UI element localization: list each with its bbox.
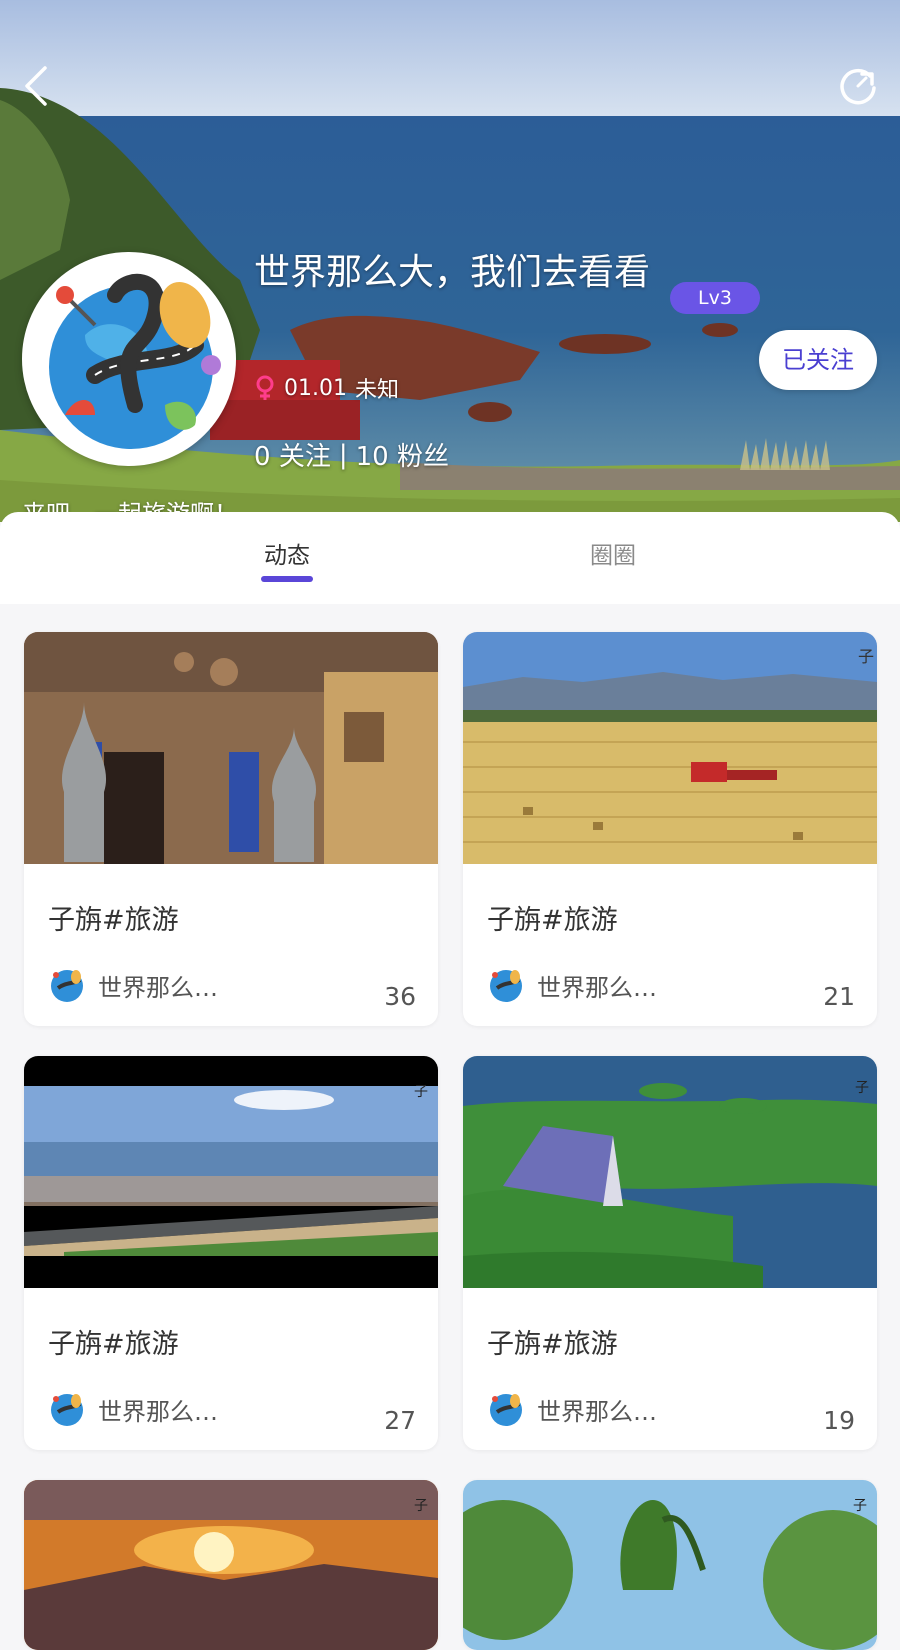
svg-text:子: 子 (414, 1498, 428, 1514)
post-card[interactable]: 子 子旃#旅游 世界那么… 19 (463, 1056, 877, 1450)
post-card[interactable]: 子 (463, 1480, 877, 1650)
post-title: 子旃#旅游 (487, 1329, 618, 1360)
post-thumbnail: 子 (463, 632, 877, 864)
chevron-left-icon (25, 66, 47, 106)
followers-count: 10 (355, 442, 389, 472)
globe-avatar-image (51, 1394, 83, 1426)
author-avatar (48, 1390, 86, 1428)
post-count: 19 (823, 1406, 855, 1435)
level-badge: Lv3 (670, 282, 760, 314)
followers-label: 粉丝 (396, 442, 449, 472)
post-grid: 子旃#旅游 世界那么… 36 子 子旃#旅游 世界那么… 21 子 子旃#旅游 … (0, 614, 900, 1650)
tab-dynamics[interactable]: 动态 (227, 536, 347, 570)
author-name: 世界那么… (537, 1397, 657, 1426)
following-label: 关注 (278, 442, 331, 472)
post-count: 36 (384, 982, 416, 1011)
female-icon (256, 375, 274, 400)
author-name: 世界那么… (98, 973, 218, 1002)
post-author[interactable]: 世界那么… (487, 1390, 657, 1428)
active-tab-indicator (261, 576, 313, 582)
profile-cover: 世界那么大，我们去看看 Lv3 已关注 01.01 未知 0 关注 | 10 粉… (0, 0, 900, 522)
post-thumbnail: 子 (24, 1480, 438, 1650)
following-stat[interactable]: 0 关注 (254, 436, 331, 473)
post-thumbnail (24, 632, 438, 864)
author-avatar (48, 966, 86, 1004)
sunset-photo: 子 (24, 1480, 438, 1650)
author-avatar (487, 1390, 525, 1428)
author-name: 世界那么… (537, 973, 657, 1002)
svg-text:子: 子 (853, 1498, 867, 1514)
svg-text:子: 子 (855, 1080, 869, 1096)
tab-circles[interactable]: 圈圈 (553, 536, 673, 570)
post-title: 子旃#旅游 (48, 905, 179, 936)
post-count: 27 (384, 1406, 416, 1435)
author-name: 世界那么… (98, 1397, 218, 1426)
wetland-cabin-photo: 子 (463, 1056, 877, 1288)
post-title: 子旃#旅游 (48, 1329, 179, 1360)
author-avatar (487, 966, 525, 1004)
post-card[interactable]: 子 子旃#旅游 世界那么… 27 (24, 1056, 438, 1450)
post-author[interactable]: 世界那么… (48, 1390, 218, 1428)
location-text: 未知 (354, 378, 399, 403)
globe-avatar-image (51, 970, 83, 1002)
post-thumbnail: 子 (463, 1056, 877, 1288)
svg-text:子: 子 (858, 647, 874, 666)
post-thumbnail: 子 (24, 1056, 438, 1288)
svg-text:子: 子 (414, 1084, 428, 1100)
stats-separator: | (338, 439, 348, 470)
refresh-button[interactable] (836, 64, 880, 108)
post-author[interactable]: 世界那么… (487, 966, 657, 1004)
globe-avatar-image (25, 255, 233, 463)
lake-road-photo: 子 (24, 1056, 438, 1288)
post-thumbnail: 子 (463, 1480, 877, 1650)
post-author[interactable]: 世界那么… (48, 966, 218, 1004)
post-card[interactable]: 子旃#旅游 世界那么… 36 (24, 632, 438, 1026)
follow-button[interactable]: 已关注 (759, 330, 877, 390)
refresh-icon (840, 68, 876, 105)
post-count: 21 (823, 982, 855, 1011)
followers-stat[interactable]: 10 粉丝 (356, 436, 449, 473)
profile-info-row: 01.01 未知 (254, 372, 399, 404)
profile-name: 世界那么大，我们去看看 (254, 252, 651, 293)
field-photo: 子 (463, 632, 877, 864)
profile-avatar[interactable] (22, 252, 236, 466)
market-photo (24, 632, 438, 864)
following-count: 0 (254, 442, 271, 472)
profile-tabs: 动态 圈圈 (0, 512, 900, 604)
globe-avatar-image (490, 1394, 522, 1426)
post-title: 子旃#旅游 (487, 905, 618, 936)
globe-avatar-image (490, 970, 522, 1002)
trees-photo: 子 (463, 1480, 877, 1650)
back-button[interactable] (14, 64, 58, 108)
post-card[interactable]: 子 子旃#旅游 世界那么… 21 (463, 632, 877, 1026)
post-card[interactable]: 子 (24, 1480, 438, 1650)
birthday-text: 01.01 (284, 375, 347, 401)
follow-stats: 0 关注 | 10 粉丝 (254, 436, 449, 473)
